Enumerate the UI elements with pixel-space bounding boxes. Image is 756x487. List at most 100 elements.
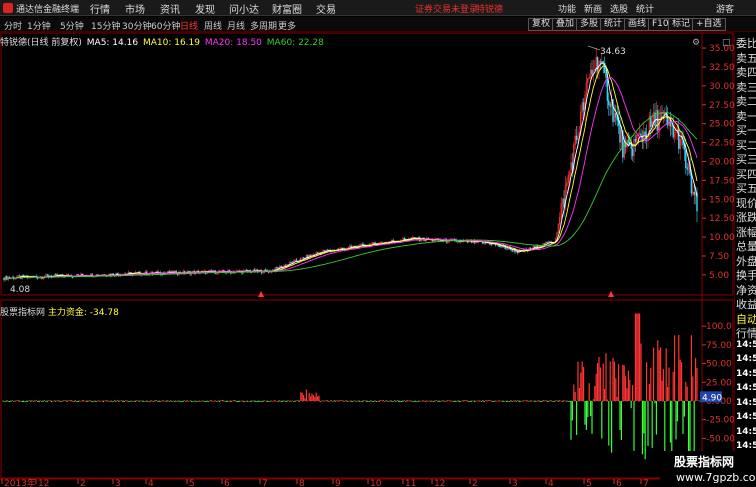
candle-body [381, 242, 383, 244]
indicator-bar [354, 400, 356, 402]
indicator-bar [389, 400, 391, 401]
ma20-line [3, 77, 698, 281]
indicator-bar [81, 400, 83, 401]
indicator-bar [366, 400, 368, 402]
indicator-bar [198, 400, 200, 402]
indicator-bar [80, 400, 82, 402]
indicator-bar [506, 400, 508, 402]
indicator-bar [592, 399, 594, 401]
indicator-bar [604, 388, 606, 401]
indicator-bar [674, 335, 676, 401]
indicator-bar [51, 400, 53, 403]
indicator-bar [590, 400, 592, 417]
indicator-bar [287, 400, 289, 401]
indicator-bar [513, 400, 515, 402]
indicator-bar [163, 400, 165, 402]
indicator-bar [27, 400, 29, 402]
indicator-bar [595, 373, 597, 401]
indicator-bar [55, 400, 57, 402]
watermark-title: 股票指标网 [674, 455, 735, 469]
indicator-bar [634, 313, 636, 401]
indicator-bar [434, 400, 436, 402]
candle-body [511, 249, 513, 252]
indicator-bar [105, 400, 107, 401]
indicator-bar [608, 400, 610, 446]
indicator-bar [214, 400, 216, 402]
indicator-bar [226, 400, 228, 402]
candle-body [361, 244, 364, 246]
indicator-bar [605, 353, 607, 401]
indicator-bar [213, 400, 215, 402]
date-label: 6 [616, 479, 622, 487]
indicator-bar [107, 400, 109, 402]
indicator-bar [272, 400, 274, 402]
indicator-bar [476, 400, 478, 402]
indicator-bar [538, 400, 540, 402]
indicator-bar [25, 400, 27, 402]
indicator-bar [32, 400, 34, 402]
indicator-bar [580, 372, 582, 401]
indicator-bar [49, 400, 51, 402]
indicator-bar [237, 400, 239, 403]
indicator-bar [452, 400, 454, 402]
indicator-bar [639, 313, 641, 401]
indicator-bar [507, 400, 509, 402]
indicator-bar [619, 400, 621, 430]
indicator-bar [553, 400, 555, 402]
indicator-bar [402, 400, 404, 402]
indicator-bar [669, 400, 671, 443]
indicator-bar [612, 357, 614, 401]
indicator-bar [378, 400, 380, 402]
candle-body [608, 100, 610, 105]
indicator-bar [518, 400, 520, 403]
right-panel-label: 14:56 [736, 441, 756, 451]
indicator-bar [501, 400, 503, 402]
indicator-bar [123, 400, 125, 402]
indicator-bar [651, 400, 653, 448]
candle-body [686, 167, 688, 170]
indicator-bar [688, 400, 690, 457]
indicator-bar [560, 400, 562, 402]
indicator-bar [412, 400, 414, 402]
indicator-bar [676, 400, 678, 422]
candle-body [302, 257, 305, 259]
indicator-bar [44, 400, 46, 401]
indicator-bar [643, 400, 645, 434]
indicator-bar [475, 400, 477, 402]
candle-body [599, 61, 602, 63]
date-label: 5 [586, 479, 592, 487]
candle-body [490, 244, 492, 246]
indicator-bar [178, 400, 180, 402]
candle-body [507, 248, 509, 250]
indicator-bar [192, 400, 194, 402]
indicator-bar [305, 389, 307, 401]
indicator-bar [332, 400, 334, 402]
right-panel-label: 14:56 [736, 426, 756, 437]
indicator-bar [552, 400, 554, 402]
indicator-bar [347, 400, 349, 402]
indicator-bar [472, 400, 474, 402]
candle-body [644, 131, 646, 135]
indicator-bar [224, 400, 226, 402]
candle-body [403, 238, 406, 240]
indicator-bar [115, 400, 117, 402]
indicator-bar [650, 367, 652, 401]
kline-chart[interactable]: 35.0032.5030.0027.5025.0022.5020.0017.50… [0, 0, 756, 487]
indicator-bar [349, 400, 351, 402]
indicator-bar [597, 362, 599, 401]
indicator-bar [500, 400, 502, 402]
indicator-bar [535, 400, 537, 402]
ma-lines [3, 62, 698, 281]
indicator-bar [207, 400, 209, 402]
indicator-bar [542, 400, 544, 401]
indicator-bar [290, 400, 292, 402]
indicator-bar [58, 400, 60, 402]
candle-body [602, 61, 604, 64]
indicator-bar [161, 400, 163, 402]
indicator-bar [410, 400, 412, 402]
indicator-bar [34, 400, 36, 402]
indicator-bar [422, 400, 424, 402]
price-axis-label: 15.00 [709, 195, 735, 205]
indicator-bar [221, 399, 223, 401]
indicator-bar [14, 400, 16, 402]
